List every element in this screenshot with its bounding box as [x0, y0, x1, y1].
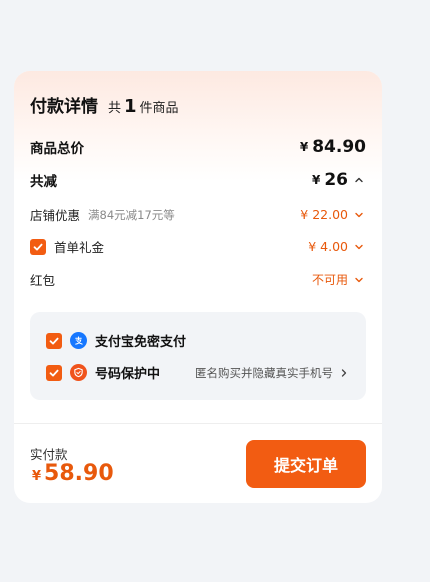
title-row: 付款详情 共 1 件商品 [30, 92, 179, 117]
submit-order-button[interactable]: 提交订单 [246, 440, 366, 488]
store-discount-row[interactable]: 店铺优惠 满84元减17元等 ¥ 22.00 [30, 205, 366, 224]
total-amount: 84.90 [312, 137, 366, 157]
discount-amount: 26 [324, 170, 348, 190]
chevron-right-icon [341, 368, 347, 377]
actual-currency: ¥ [32, 469, 42, 484]
store-discount-label: 店铺优惠 [30, 208, 81, 223]
chevron-down-icon[interactable] [352, 208, 366, 222]
red-packet-row[interactable]: 红包 不可用 [30, 270, 366, 289]
alipay-row[interactable]: 支付宝免密支付 [46, 331, 350, 350]
number-protect-checkbox[interactable] [46, 364, 62, 381]
first-gift-row[interactable]: 首单礼金 ¥ 4.00 [30, 237, 366, 256]
discount-currency: ¥ [311, 173, 321, 187]
first-gift-label: 首单礼金 [54, 240, 105, 255]
actual-amount: 58.90 [44, 461, 114, 486]
alipay-checkbox[interactable] [46, 332, 62, 349]
red-packet-label: 红包 [30, 273, 56, 288]
alipay-icon [70, 332, 87, 349]
total-price-value: ¥ 84.90 [300, 137, 366, 157]
chevron-up-icon[interactable] [352, 173, 366, 187]
total-currency: ¥ [299, 140, 309, 154]
check-icon [33, 243, 43, 250]
item-count-prefix: 共 [108, 101, 122, 116]
actual-payment-price: ¥ 58.90 [32, 461, 114, 486]
item-count: 共 1 件商品 [108, 96, 179, 117]
number-protect-row[interactable]: 号码保护中 匿名购买并隐藏真实手机号 [46, 363, 350, 382]
first-gift-value: ¥ 4.00 [308, 239, 348, 254]
total-price-label: 商品总价 [30, 141, 84, 157]
shield-icon [70, 364, 87, 381]
red-packet-value: 不可用 [311, 273, 348, 287]
item-count-suffix: 件商品 [139, 101, 179, 116]
discount-total-value: ¥ 26 [312, 170, 366, 190]
number-protect-desc-text: 匿名购买并隐藏真实手机号 [195, 365, 333, 380]
check-icon [49, 369, 59, 376]
discount-total-row[interactable]: 共减 ¥ 26 [30, 170, 366, 190]
item-count-number: 1 [124, 96, 137, 117]
number-protect-label: 号码保护中 [95, 367, 161, 382]
first-gift-checkbox[interactable] [30, 238, 46, 255]
payment-details-card: 付款详情 共 1 件商品 商品总价 ¥ 84.90 共减 ¥ 26 店铺优惠 满… [14, 71, 382, 503]
number-protect-desc[interactable]: 匿名购买并隐藏真实手机号 [195, 365, 350, 381]
total-price-row: 商品总价 ¥ 84.90 [30, 137, 366, 157]
page-title: 付款详情 [30, 97, 98, 117]
payment-options-box: 支付宝免密支付 号码保护中 匿名购买并隐藏真实手机号 [30, 312, 366, 400]
discount-total-label: 共减 [30, 174, 57, 190]
chevron-down-icon[interactable] [352, 273, 366, 287]
store-discount-detail: 满84元减17元等 [88, 207, 175, 222]
check-icon [49, 337, 59, 344]
chevron-down-icon[interactable] [352, 240, 366, 254]
store-discount-value: ¥ 22.00 [300, 207, 348, 222]
alipay-label: 支付宝免密支付 [95, 335, 187, 350]
footer-divider [14, 423, 382, 424]
